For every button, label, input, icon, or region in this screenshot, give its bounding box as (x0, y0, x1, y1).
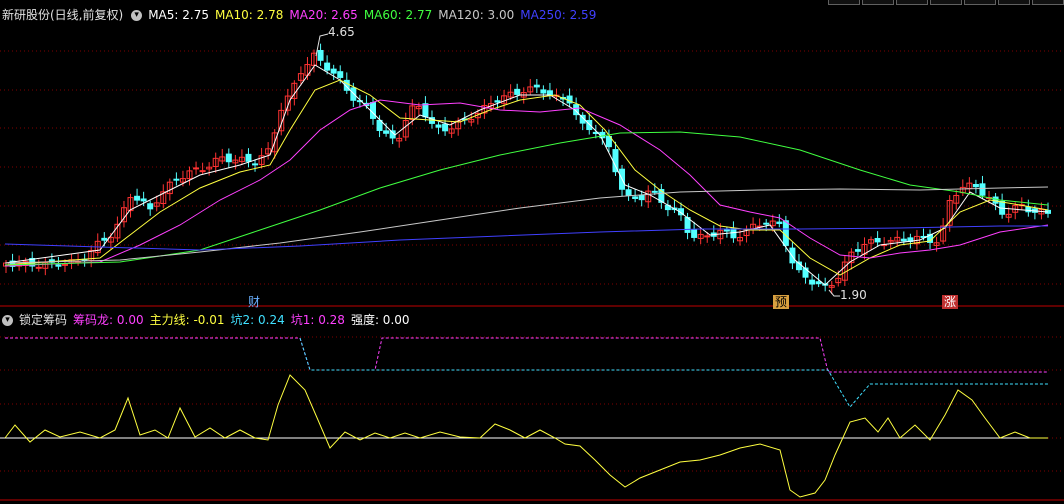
candle-body (350, 87, 357, 101)
candle-body (245, 153, 252, 162)
ma20-label: MA20: 2.65 (289, 8, 358, 22)
candle-body (193, 167, 200, 170)
candle-body (632, 196, 639, 199)
candle-body (435, 124, 442, 128)
candle-body (173, 178, 180, 181)
candle-body (815, 281, 822, 285)
candle-body (972, 183, 979, 188)
candle-body (35, 266, 42, 269)
event-tag-rise[interactable]: 涨 (942, 295, 959, 309)
chevron-down-icon[interactable]: ▾ (131, 9, 143, 21)
chevron-down-icon[interactable]: ▾ (2, 314, 13, 326)
tab-2[interactable] (862, 0, 894, 5)
candle-body (874, 237, 881, 243)
candle-body (900, 238, 907, 242)
candle-body (442, 123, 449, 132)
event-tag-financial[interactable]: 财 (246, 295, 262, 309)
chouma-long-label: 筹码龙: 0.00 (73, 313, 144, 327)
candle-body (704, 235, 711, 238)
candle-body (789, 247, 796, 264)
low-price-label: 1.90 (840, 288, 867, 302)
top-tab-strip[interactable] (828, 0, 1064, 5)
candle-body (809, 279, 816, 285)
tab-5[interactable] (964, 0, 996, 5)
high-price-label: 4.65 (328, 25, 355, 39)
candle-body (723, 229, 730, 232)
tab-1[interactable] (828, 0, 860, 5)
ma5-line (4, 64, 1049, 286)
candle-body (776, 221, 783, 225)
sub-chart-area (0, 336, 1064, 501)
main-chart-area (0, 33, 1064, 307)
candle-body (514, 88, 521, 95)
strength-label: 强度: 0.00 (350, 313, 410, 327)
candle-body (330, 68, 337, 74)
stock-title: 新研股份(日线,前复权) (2, 8, 124, 22)
ma250-line (4, 225, 1048, 251)
ma120-label: MA120: 3.00 (438, 8, 515, 22)
candle-body (651, 190, 658, 193)
candle-body (55, 264, 62, 267)
candle-body (494, 100, 501, 103)
candle-body (691, 229, 698, 238)
candle-body (533, 84, 540, 88)
tab-4[interactable] (930, 0, 962, 5)
candle-body (140, 198, 147, 202)
pit2-label: 坑2: 0.24 (230, 313, 285, 327)
candle-body (383, 130, 390, 134)
candle-body (147, 203, 154, 210)
ma60-label: MA60: 2.77 (363, 8, 433, 22)
candle-body (324, 62, 331, 71)
chart-window[interactable]: 新研股份(日线,前复权) ▾ MA5: 2.75 MA10: 2.78 MA20… (0, 0, 1064, 504)
chouma-long-line (5, 337, 1048, 373)
candle-body (638, 194, 645, 201)
candle-body (337, 71, 344, 78)
candle-body (992, 196, 999, 204)
candle-body (422, 103, 429, 118)
candle-body (369, 102, 376, 119)
ma10-line (4, 79, 1049, 276)
candle-body (979, 183, 986, 196)
candle-body (199, 170, 206, 173)
candle-body (782, 220, 789, 246)
candle-body (317, 49, 324, 61)
chart-canvas[interactable] (0, 0, 1064, 504)
main-force-label: 主力线: -0.01 (149, 313, 225, 327)
main-force-line (4, 374, 1048, 498)
ma60-line (4, 131, 1049, 266)
indicator-title: 锁定筹码 (19, 313, 68, 327)
candle-body (763, 222, 770, 225)
sub-header: ▾ 锁定筹码 筹码龙: 0.00 主力线: -0.01 坑2: 0.24 坑1:… (0, 311, 416, 329)
ma120-line (4, 186, 1049, 264)
candle-body (625, 189, 632, 196)
candle-body (1025, 206, 1032, 213)
candle-body (225, 153, 232, 163)
candle-body (854, 249, 861, 252)
candle-body (134, 195, 141, 201)
ma5-label: MA5: 2.75 (148, 8, 209, 22)
ma250-label: MA250: 2.59 (520, 8, 597, 22)
candle-body (540, 89, 547, 94)
tab-7[interactable] (1032, 0, 1064, 5)
main-header: 新研股份(日线,前复权) ▾ MA5: 2.75 MA10: 2.78 MA20… (0, 6, 602, 24)
ma10-label: MA10: 2.78 (214, 8, 284, 22)
tab-6[interactable] (998, 0, 1030, 5)
tab-3[interactable] (896, 0, 928, 5)
event-tag-forecast[interactable]: 预 (773, 295, 790, 309)
ma20-line (4, 99, 1049, 267)
candle-body (252, 163, 259, 166)
pit1-label: 坑1: 0.28 (290, 313, 345, 327)
candle-body (101, 237, 108, 241)
